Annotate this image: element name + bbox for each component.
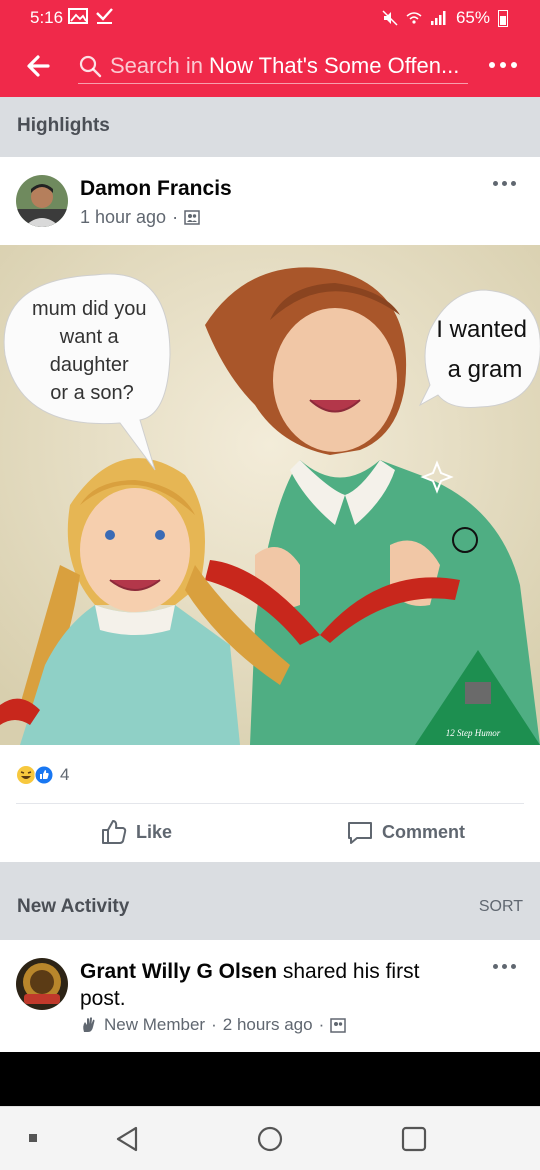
search-placeholder: Search in	[110, 52, 203, 78]
image-icon	[68, 8, 88, 24]
post-author-name[interactable]: Damon Francis	[80, 177, 232, 201]
nav-back-icon[interactable]	[114, 1125, 140, 1153]
activity-time: 2 hours ago	[222, 1015, 313, 1034]
like-button[interactable]: Like	[100, 818, 172, 846]
activity-meta: New Member · 2 hours ago ·	[80, 1015, 346, 1035]
new-activity-label: New Activity	[17, 896, 130, 917]
top-bar: 5:16 65% Search in Now That's Some Offen…	[0, 0, 540, 97]
status-notification-icons	[68, 7, 114, 25]
status-time: 5:16	[30, 8, 64, 27]
activity-options-icon[interactable]	[493, 964, 516, 969]
group-search-input[interactable]: Search in Now That's Some Offen...	[78, 48, 468, 84]
comment-label: Comment	[382, 821, 466, 842]
watermark-text: 12 Step Humor	[446, 728, 501, 738]
battery-percent: 65%	[455, 8, 490, 27]
signal-icon	[430, 11, 446, 25]
mute-icon	[382, 10, 398, 26]
new-activity-header: New Activity SORT	[0, 862, 540, 940]
nav-home-icon[interactable]	[256, 1125, 284, 1153]
meta-separator: ·	[318, 1015, 325, 1034]
post-time[interactable]: 1 hour ago	[80, 207, 166, 228]
nav-recents-icon[interactable]	[400, 1125, 428, 1153]
more-options-icon[interactable]	[488, 54, 518, 76]
activity-card[interactable]: Grant Willy G Olsen shared his first pos…	[0, 940, 540, 1052]
meta-separator: ·	[211, 1015, 217, 1034]
post-meta: 1 hour ago ·	[80, 207, 200, 228]
group-privacy-icon	[330, 1017, 346, 1033]
activity-text: Grant Willy G Olsen shared his first pos…	[80, 958, 470, 1012]
battery-icon	[498, 9, 508, 27]
like-label: Like	[136, 821, 173, 842]
like-thumb-icon	[102, 820, 127, 844]
meta-separator: ·	[172, 207, 179, 227]
post-options-icon[interactable]	[493, 181, 516, 186]
meme-illustration: mum did you want a daughter or a son? I …	[0, 245, 540, 745]
post-action-divider	[16, 803, 524, 804]
activity-author-name[interactable]: Grant Willy G Olsen	[80, 960, 277, 983]
new-member-wave-icon	[83, 1017, 95, 1032]
app-header: Search in Now That's Some Offen...	[0, 40, 540, 92]
highlights-section-header: Highlights	[0, 97, 540, 157]
comment-button[interactable]: Comment	[346, 818, 465, 846]
like-reaction-icon	[34, 765, 54, 785]
status-bar: 5:16 65%	[0, 0, 540, 36]
comment-bubble-icon	[348, 822, 372, 844]
black-strip	[0, 1052, 540, 1106]
post-image[interactable]: mum did you want a daughter or a son? I …	[0, 245, 540, 745]
download-done-icon	[96, 8, 113, 24]
nav-menu-dot-icon[interactable]	[28, 1133, 38, 1143]
sort-button[interactable]: SORT	[479, 898, 523, 916]
status-system-icons: 65%	[382, 8, 508, 28]
author-avatar[interactable]	[16, 175, 68, 227]
highlights-label: Highlights	[17, 115, 110, 136]
system-nav-bar	[0, 1106, 540, 1170]
wifi-icon	[406, 12, 422, 24]
back-arrow-icon[interactable]	[22, 50, 54, 82]
haha-reaction-icon	[17, 766, 35, 784]
new-member-badge: New Member	[104, 1015, 206, 1034]
search-icon	[79, 55, 102, 77]
activity-avatar[interactable]	[16, 958, 68, 1010]
group-privacy-icon	[184, 210, 200, 225]
search-group-name: Now That's Some Offen...	[208, 52, 460, 78]
reaction-count: 4	[60, 765, 70, 784]
reaction-summary[interactable]: 4	[16, 765, 69, 785]
